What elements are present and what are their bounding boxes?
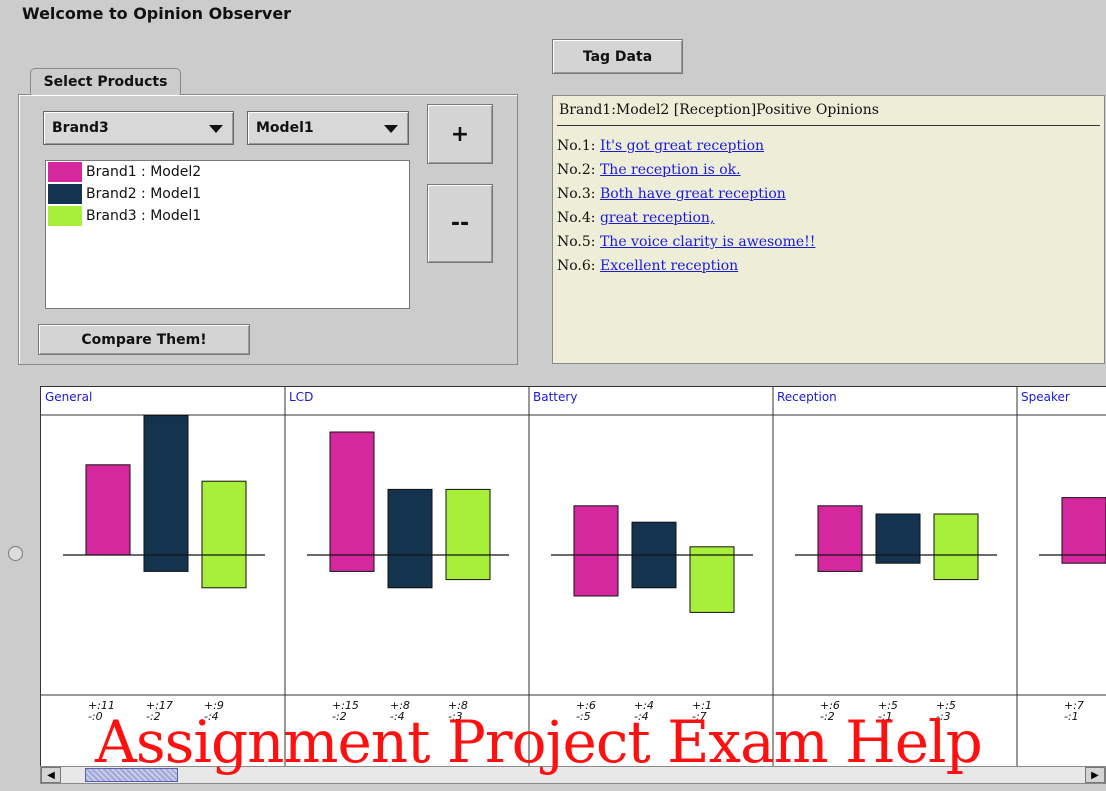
model-select-value: Model1 bbox=[256, 120, 314, 136]
arrow-left-icon: ◀ bbox=[47, 769, 55, 781]
add-product-button[interactable]: + bbox=[427, 104, 493, 164]
opinion-link[interactable]: It's got great reception bbox=[600, 138, 764, 154]
opinions-header: Brand1:Model2 [Reception]Positive Opinio… bbox=[557, 102, 1100, 126]
chart-bar bbox=[875, 513, 921, 564]
chart-bar bbox=[933, 513, 979, 581]
opinion-number: No.4: bbox=[557, 210, 600, 226]
chart-category-label: Battery bbox=[533, 390, 577, 404]
chart-bar bbox=[689, 546, 735, 613]
brand-select[interactable]: Brand3 bbox=[43, 111, 234, 145]
list-item: No.6: Excellent reception bbox=[557, 258, 738, 280]
chart-category-label: Speaker bbox=[1021, 390, 1070, 404]
list-item: No.5: The voice clarity is awesome!! bbox=[557, 234, 815, 256]
opinion-number: No.3: bbox=[557, 186, 600, 202]
opinion-link[interactable]: Excellent reception bbox=[600, 258, 738, 274]
chart-category-label: Reception bbox=[777, 390, 837, 404]
list-item-label: Brand1 : Model2 bbox=[86, 164, 202, 180]
color-swatch bbox=[48, 206, 82, 226]
opinions-panel: Brand1:Model2 [Reception]Positive Opinio… bbox=[552, 95, 1105, 364]
chart-bar bbox=[329, 431, 375, 572]
chart-bar bbox=[817, 505, 863, 572]
list-item: No.4: great reception, bbox=[557, 210, 714, 232]
brand-select-value: Brand3 bbox=[52, 120, 109, 136]
list-item: No.1: It's got great reception bbox=[557, 138, 764, 160]
list-item: No.3: Both have great reception bbox=[557, 186, 786, 208]
compare-button[interactable]: Compare Them! bbox=[38, 324, 250, 355]
list-item-label: Brand2 : Model1 bbox=[86, 186, 202, 202]
remove-product-button[interactable]: -- bbox=[427, 184, 493, 263]
chart-bar bbox=[445, 488, 491, 581]
model-select[interactable]: Model1 bbox=[247, 111, 409, 145]
arrow-right-icon: ▶ bbox=[1091, 769, 1099, 781]
chart-bar bbox=[143, 415, 189, 572]
chevron-down-icon bbox=[209, 125, 223, 133]
chart-category-label: LCD bbox=[289, 390, 313, 404]
chart-category-label: General bbox=[45, 390, 92, 404]
color-swatch bbox=[48, 162, 82, 182]
color-swatch bbox=[48, 184, 82, 204]
chart-bar bbox=[1061, 497, 1106, 564]
watermark-text: Assignment Project Exam Help bbox=[95, 708, 983, 776]
opinion-number: No.2: bbox=[557, 162, 600, 178]
opinion-link[interactable]: The voice clarity is awesome!! bbox=[600, 234, 815, 250]
list-item[interactable]: Brand3 : Model1 bbox=[46, 205, 409, 227]
opinion-link[interactable]: Both have great reception bbox=[600, 186, 786, 202]
chevron-down-icon bbox=[384, 125, 398, 133]
chart-negative-count-label: -:1 bbox=[1064, 710, 1079, 723]
tab-select-products[interactable]: Select Products bbox=[30, 68, 181, 95]
window-title: Welcome to Opinion Observer bbox=[22, 4, 292, 23]
chart-bar bbox=[573, 505, 619, 597]
list-item: No.2: The reception is ok. bbox=[557, 162, 741, 184]
chart-bar bbox=[85, 464, 131, 556]
opinion-link[interactable]: The reception is ok. bbox=[600, 162, 741, 178]
list-item[interactable]: Brand2 : Model1 bbox=[46, 183, 409, 205]
opinion-number: No.6: bbox=[557, 258, 600, 274]
chart-bar bbox=[387, 488, 433, 589]
opinion-number: No.1: bbox=[557, 138, 600, 154]
opinion-number: No.5: bbox=[557, 234, 600, 250]
scroll-left-button[interactable]: ◀ bbox=[41, 767, 61, 783]
chart-bar bbox=[201, 480, 247, 589]
list-item[interactable]: Brand1 : Model2 bbox=[46, 161, 409, 183]
product-list[interactable]: Brand1 : Model2 Brand2 : Model1 Brand3 :… bbox=[45, 160, 410, 309]
opinion-link[interactable]: great reception, bbox=[600, 210, 714, 226]
tag-data-button[interactable]: Tag Data bbox=[552, 39, 683, 74]
list-item-label: Brand3 : Model1 bbox=[86, 208, 202, 224]
radio-button[interactable] bbox=[8, 546, 23, 561]
scroll-right-button[interactable]: ▶ bbox=[1085, 767, 1105, 783]
